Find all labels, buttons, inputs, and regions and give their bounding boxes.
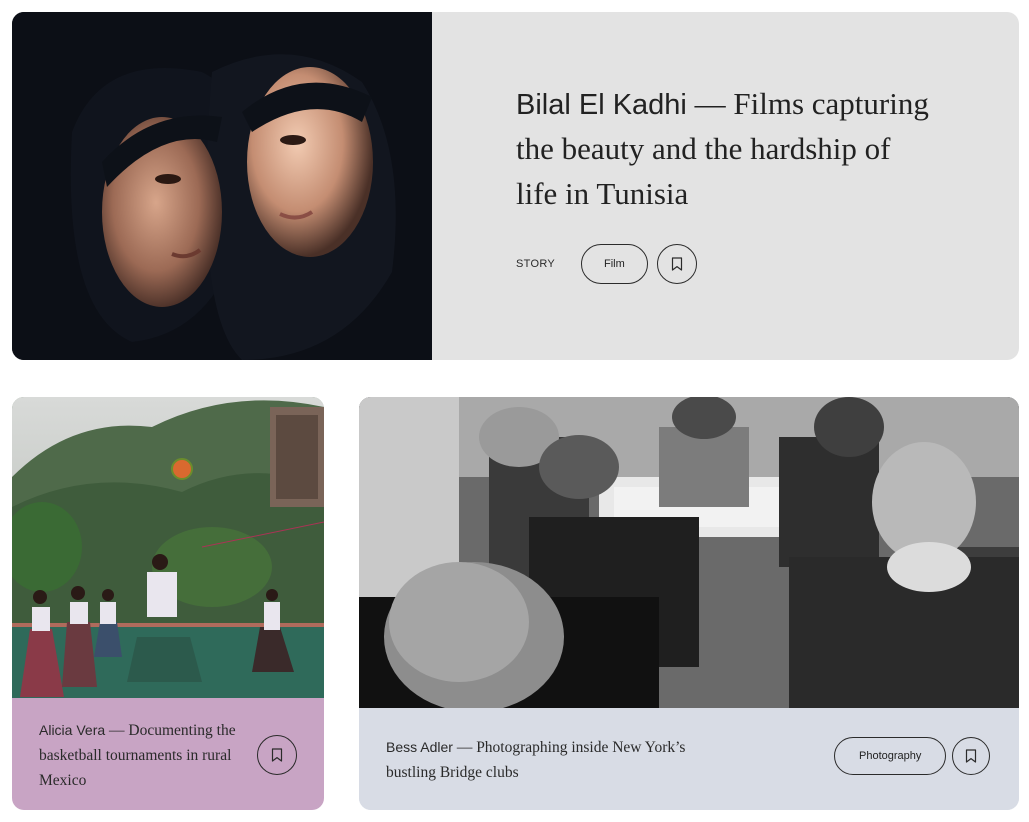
story-type-label: STORY xyxy=(516,258,555,270)
featured-story-photo[interactable] xyxy=(12,12,432,360)
tag-film-button[interactable]: Film xyxy=(581,244,648,284)
portrait-image xyxy=(12,12,432,360)
bridge-club-photo[interactable] xyxy=(359,397,1019,708)
featured-story-meta: STORY Film xyxy=(516,244,697,284)
bridge-author-name[interactable]: Bess Adler xyxy=(386,739,453,755)
bridge-caption-text[interactable]: Bess Adler — Photographing inside New Yo… xyxy=(386,735,686,785)
featured-story-headline[interactable]: Bilal El Kadhi — Films capturing the bea… xyxy=(516,82,936,217)
featured-story-card[interactable]: Bilal El Kadhi — Films capturing the bea… xyxy=(12,12,1019,360)
bookmark-icon xyxy=(965,749,977,763)
story-card-bridge[interactable]: Bess Adler — Photographing inside New Yo… xyxy=(359,397,1019,810)
basketball-caption-text[interactable]: Alicia Vera — Documenting the basketball… xyxy=(39,718,249,793)
bridge-club-caption: Bess Adler — Photographing inside New Yo… xyxy=(359,708,1019,810)
headline-separator: — xyxy=(686,86,734,121)
basketball-bookmark-button[interactable] xyxy=(257,735,297,775)
story-card-basketball[interactable]: Alicia Vera — Documenting the basketball… xyxy=(12,397,324,810)
caption-separator: — xyxy=(105,722,129,739)
basketball-photo[interactable] xyxy=(12,397,324,698)
featured-bookmark-button[interactable] xyxy=(656,244,697,284)
caption-separator: — xyxy=(452,739,477,756)
basketball-caption: Alicia Vera — Documenting the basketball… xyxy=(12,698,324,810)
bookmark-icon xyxy=(271,748,283,762)
bridge-club-image xyxy=(359,397,1019,708)
bridge-bookmark-button[interactable] xyxy=(952,737,990,775)
featured-story-headline-block: Bilal El Kadhi — Films capturing the bea… xyxy=(516,82,936,217)
basketball-author-name[interactable]: Alicia Vera xyxy=(39,722,105,738)
tag-photography-button[interactable]: Photography xyxy=(834,737,947,775)
featured-author-name[interactable]: Bilal El Kadhi xyxy=(516,89,687,121)
basketball-image xyxy=(12,397,324,698)
bookmark-icon xyxy=(671,257,682,271)
